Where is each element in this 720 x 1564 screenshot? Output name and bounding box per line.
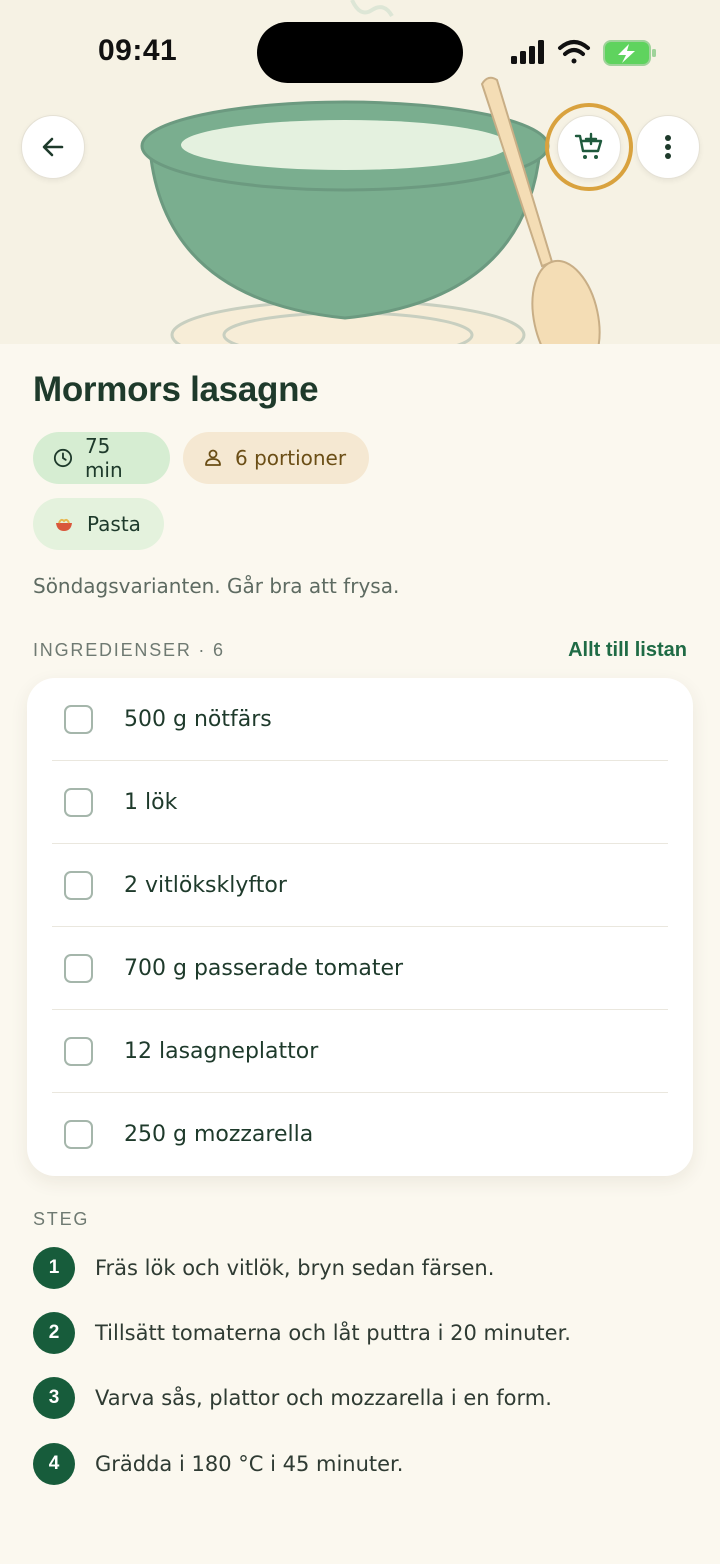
step-number: 2	[33, 1312, 75, 1354]
back-button[interactable]	[21, 115, 85, 179]
status-icons	[511, 40, 656, 66]
add-to-cart-button[interactable]	[557, 115, 621, 179]
ingredient-checkbox[interactable]	[64, 871, 93, 900]
more-vertical-icon	[665, 135, 671, 159]
wifi-icon	[558, 40, 590, 64]
ingredient-checkbox[interactable]	[64, 954, 93, 983]
ingredient-row[interactable]: 500 g nötfärs	[52, 678, 668, 761]
step-text: Fräs lök och vitlök, bryn sedan färsen.	[95, 1256, 495, 1280]
recipe-title: Mormors lasagne	[33, 370, 319, 409]
steps-label: STEG	[33, 1209, 90, 1229]
ingredient-row[interactable]: 700 g passerade tomater	[52, 927, 668, 1010]
portions-chip: 6 portioner	[183, 432, 369, 484]
cart-plus-icon	[574, 132, 603, 159]
step-item: 1 Fräs lök och vitlök, bryn sedan färsen…	[33, 1247, 494, 1289]
ingredient-row[interactable]: 12 lasagneplattor	[52, 1010, 668, 1093]
step-item: 2 Tillsätt tomaterna och låt puttra i 20…	[33, 1312, 571, 1354]
cellular-signal-icon	[511, 40, 544, 64]
step-text: Grädda i 180 °C i 45 minuter.	[95, 1452, 404, 1476]
step-item: 4 Grädda i 180 °C i 45 minuter.	[33, 1443, 403, 1485]
step-number: 1	[33, 1247, 75, 1289]
more-options-button[interactable]	[636, 115, 700, 179]
ingredient-row[interactable]: 2 vitlöksklyftor	[52, 844, 668, 927]
arrow-left-icon	[42, 137, 64, 157]
ingredients-label: INGREDIENSER · 6	[33, 640, 225, 660]
ingredient-row[interactable]: 1 lök	[52, 761, 668, 844]
ingredient-checkbox[interactable]	[64, 788, 93, 817]
step-number: 3	[33, 1377, 75, 1419]
ingredient-checkbox[interactable]	[64, 705, 93, 734]
portions-chip-label: 6 portioner	[235, 446, 347, 470]
clock-icon	[53, 448, 73, 468]
category-chip-label: Pasta	[87, 512, 141, 536]
step-number: 4	[33, 1443, 75, 1485]
ingredient-row[interactable]: 250 g mozzarella	[52, 1093, 668, 1176]
add-all-to-list-link[interactable]: Allt till listan	[568, 639, 687, 662]
status-time: 09:41	[98, 34, 178, 67]
step-item: 3 Varva sås, plattor och mozzarella i en…	[33, 1377, 552, 1419]
ingredient-checkbox[interactable]	[64, 1037, 93, 1066]
step-text: Tillsätt tomaterna och låt puttra i 20 m…	[95, 1321, 571, 1345]
ingredient-text: 1 lök	[124, 790, 178, 815]
dynamic-island	[257, 22, 463, 83]
ingredient-text: 2 vitlöksklyftor	[124, 873, 287, 898]
ingredient-text: 700 g passerade tomater	[124, 956, 404, 981]
ingredient-text: 12 lasagneplattor	[124, 1039, 319, 1064]
ingredient-text: 250 g mozzarella	[124, 1122, 314, 1147]
recipe-description: Söndagsvarianten. Går bra att frysa.	[33, 574, 400, 598]
category-chip: Pasta	[33, 498, 164, 550]
step-text: Varva sås, plattor och mozzarella i en f…	[95, 1386, 552, 1410]
ingredient-text: 500 g nötfärs	[124, 707, 272, 732]
battery-charging-icon	[603, 40, 656, 66]
time-chip: 75 min	[33, 432, 170, 484]
pasta-bowl-icon	[56, 518, 72, 531]
person-icon	[205, 449, 221, 466]
time-chip-label: 75 min	[84, 434, 123, 482]
ingredients-card: 500 g nötfärs 1 lök 2 vitlöksklyftor 700…	[27, 678, 693, 1176]
ingredient-checkbox[interactable]	[64, 1120, 93, 1149]
